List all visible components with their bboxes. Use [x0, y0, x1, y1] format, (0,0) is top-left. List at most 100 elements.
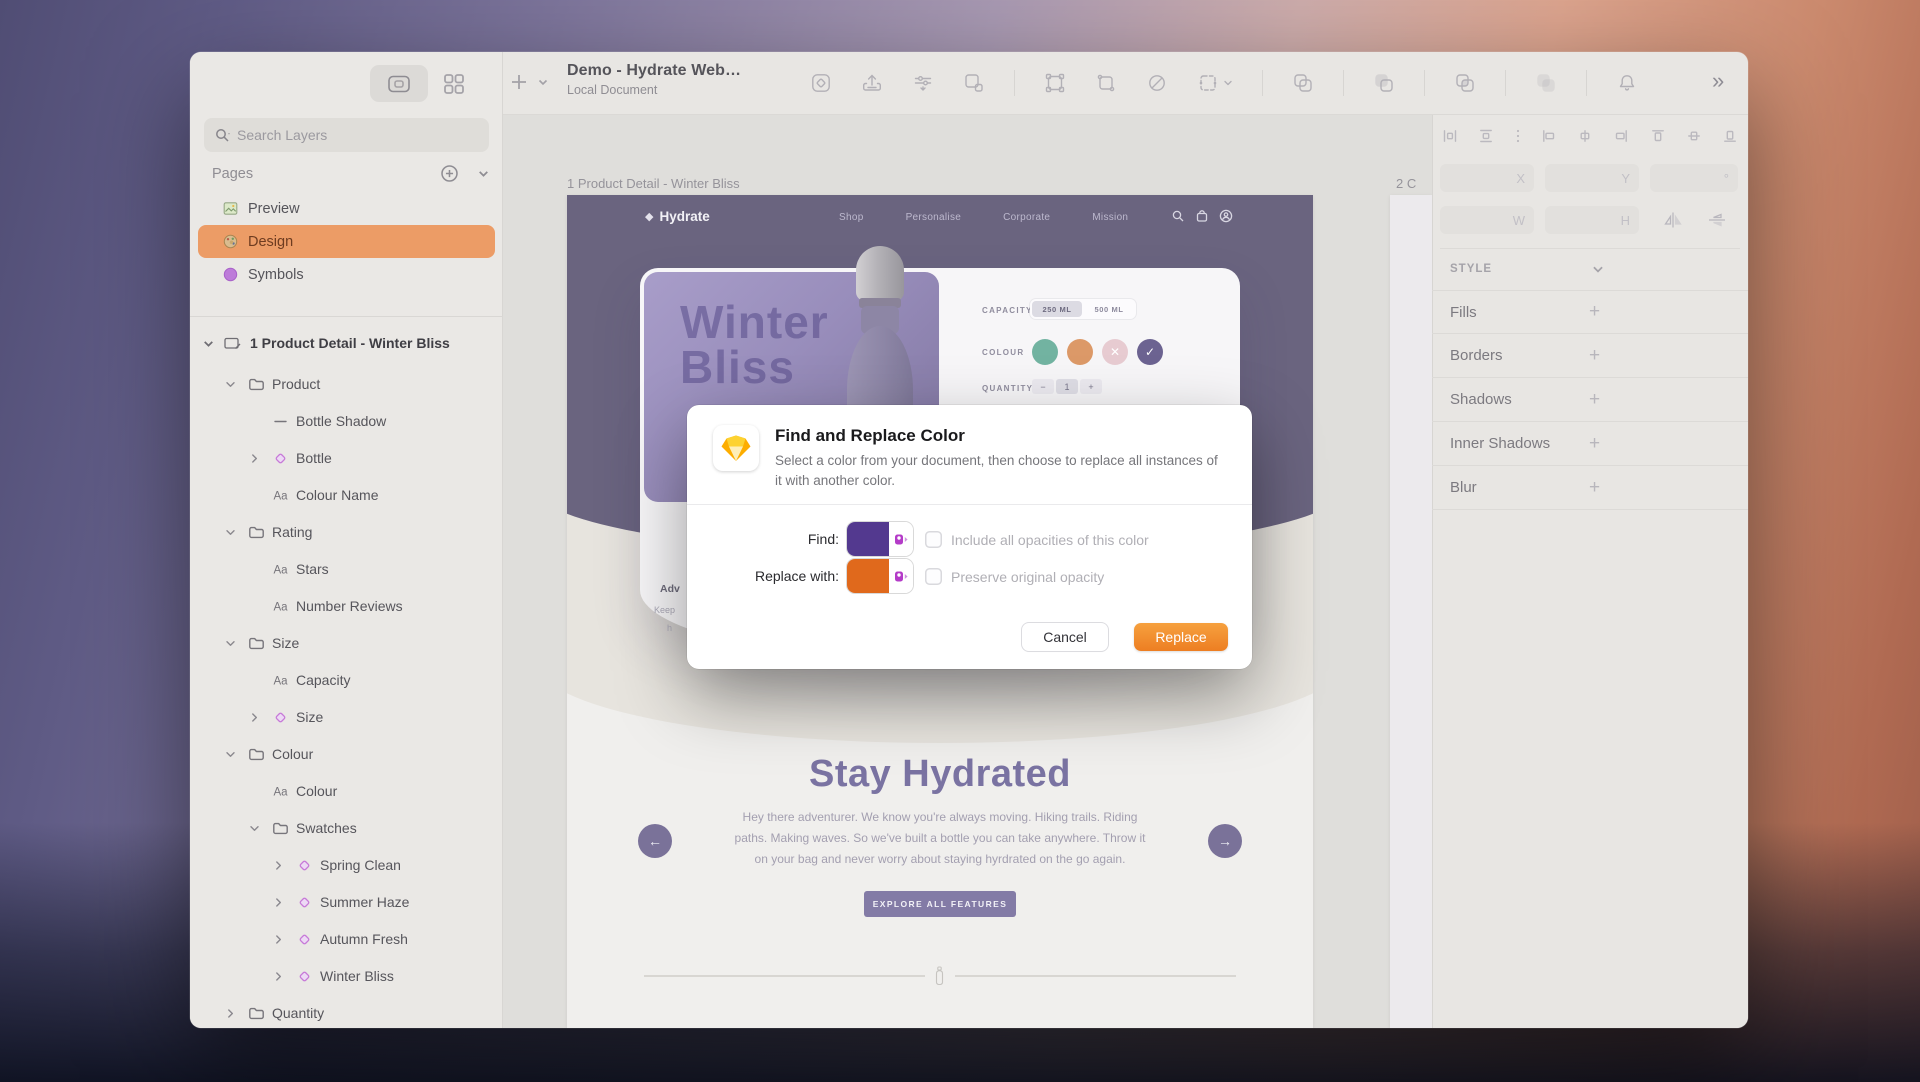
align-center-horizontal-icon[interactable] [1577, 128, 1593, 144]
boolean-union-icon[interactable] [1292, 72, 1314, 94]
canvas-view-toggle[interactable] [370, 65, 428, 102]
align-top-icon[interactable] [1650, 128, 1666, 144]
add-borders-button[interactable]: + [1589, 345, 1728, 367]
y-position-field[interactable]: Y [1545, 164, 1639, 192]
chevron-down-icon[interactable] [224, 637, 237, 650]
distribute-vertically-icon[interactable] [1478, 128, 1494, 144]
align-left-icon[interactable] [1541, 128, 1557, 144]
style-collapse-chevron[interactable] [1591, 262, 1732, 276]
folder-layer-icon [248, 524, 265, 541]
chevron-right-icon[interactable] [248, 452, 261, 465]
tune-tool-icon[interactable] [912, 72, 934, 94]
cancel-button[interactable]: Cancel [1022, 623, 1108, 651]
layer-row[interactable]: Winter Bliss [190, 958, 503, 995]
add-inner-shadows-button[interactable]: + [1589, 433, 1728, 455]
sidebar-page-symbols[interactable]: Symbols [198, 258, 495, 291]
flip-horizontal-button[interactable] [1662, 211, 1684, 229]
distribute-horizontally-icon[interactable] [1442, 128, 1458, 144]
add-blur-button[interactable]: + [1589, 477, 1728, 499]
chevron-right-icon[interactable] [248, 711, 261, 724]
layer-row[interactable]: Rating [190, 514, 503, 551]
layer-row[interactable]: Size [190, 625, 503, 662]
layer-row[interactable]: Aa Colour Name [190, 477, 503, 514]
align-middle-vertical-icon[interactable] [1686, 128, 1702, 144]
artboard2-title[interactable]: 2 C [1396, 176, 1416, 191]
pages-collapse-chevron[interactable] [477, 167, 490, 180]
replace-button[interactable]: Replace [1134, 623, 1228, 651]
preserve-opacity-checkbox[interactable] [925, 568, 942, 585]
line-layer-icon [272, 413, 289, 430]
chevron-right-icon[interactable] [224, 1007, 237, 1020]
rotation-field[interactable]: ° [1650, 164, 1738, 192]
replace-color-well[interactable] [847, 559, 913, 593]
sidebar-page-design[interactable]: Design [198, 225, 495, 258]
notifications-bell-icon[interactable] [1616, 72, 1638, 94]
dialog-subtitle: Select a color from your document, then … [775, 453, 1218, 488]
layer-row[interactable]: Quantity [190, 995, 503, 1028]
layer-row[interactable]: Swatches [190, 810, 503, 847]
replace-color-swatch[interactable] [847, 559, 889, 593]
boolean-difference-icon[interactable] [1535, 72, 1557, 94]
chevron-down-icon[interactable] [248, 822, 261, 835]
chevron-right-icon[interactable] [272, 859, 285, 872]
search-icon [214, 127, 231, 144]
chevron-down-icon[interactable] [224, 526, 237, 539]
layer-row[interactable]: Spring Clean [190, 847, 503, 884]
chevron-down-icon[interactable] [224, 378, 237, 391]
find-color-swatch[interactable] [847, 522, 889, 556]
chevron-right-icon[interactable] [272, 970, 285, 983]
sidebar-page-preview[interactable]: Preview [198, 192, 495, 225]
grid-view-toggle[interactable] [442, 72, 466, 96]
add-page-button[interactable] [440, 164, 459, 183]
layer-row[interactable]: Bottle Shadow [190, 403, 503, 440]
symbol-layer-icon [296, 857, 313, 874]
add-shadows-button[interactable]: + [1589, 389, 1728, 411]
align-right-icon[interactable] [1613, 128, 1629, 144]
search-input[interactable] [237, 127, 447, 143]
layer-row[interactable]: Summer Haze [190, 884, 503, 921]
width-field[interactable]: W [1440, 206, 1534, 234]
layer-label: Colour [296, 783, 338, 799]
more-options-dots-icon[interactable] [1515, 128, 1521, 144]
quantity-value: 1 [1056, 379, 1078, 394]
chevron-right-icon[interactable] [272, 896, 285, 909]
x-position-field[interactable]: X [1440, 164, 1534, 192]
no-fill-tool-icon[interactable] [1146, 72, 1168, 94]
text-layer-icon: Aa [272, 561, 289, 578]
layer-row[interactable]: Bottle [190, 440, 503, 477]
sidebar-divider [190, 316, 503, 317]
eyedropper-button[interactable] [889, 559, 913, 593]
layer-row[interactable]: Product [190, 366, 503, 403]
layer-row[interactable]: Size [190, 699, 503, 736]
resize-tool-icon[interactable] [1197, 72, 1233, 94]
flip-vertical-button[interactable] [1707, 211, 1727, 229]
chevron-down-icon[interactable] [202, 337, 215, 350]
mask-tool-icon[interactable] [963, 72, 985, 94]
layer-row[interactable]: Aa Capacity [190, 662, 503, 699]
include-opacities-checkbox[interactable] [925, 531, 942, 548]
artboard-layer-row[interactable]: 1 Product Detail - Winter Bliss [190, 324, 503, 362]
search-layers-field[interactable] [204, 118, 489, 152]
insert-button[interactable] [508, 71, 549, 93]
layer-row[interactable]: Aa Number Reviews [190, 588, 503, 625]
toolbar-overflow-button[interactable]: » [1712, 68, 1724, 94]
symbol-tool-icon[interactable] [810, 72, 832, 94]
boolean-subtract-icon[interactable] [1373, 72, 1395, 94]
height-field[interactable]: H [1545, 206, 1639, 234]
layer-row[interactable]: Aa Stars [190, 551, 503, 588]
layer-row[interactable]: Colour [190, 736, 503, 773]
boolean-intersect-icon[interactable] [1454, 72, 1476, 94]
colour-label: COLOUR [982, 348, 1025, 357]
upload-tool-icon[interactable] [861, 72, 883, 94]
artboard-title[interactable]: 1 Product Detail - Winter Bliss [567, 176, 740, 191]
add-fills-button[interactable]: + [1589, 301, 1728, 323]
chevron-right-icon[interactable] [272, 933, 285, 946]
layer-row[interactable]: Autumn Fresh [190, 921, 503, 958]
vector-edit-tool-icon[interactable] [1044, 72, 1066, 94]
layer-row[interactable]: Aa Colour [190, 773, 503, 810]
chevron-down-icon[interactable] [224, 748, 237, 761]
align-bottom-icon[interactable] [1722, 128, 1738, 144]
find-color-well[interactable] [847, 522, 913, 556]
transform-tool-icon[interactable] [1095, 72, 1117, 94]
eyedropper-button[interactable] [889, 522, 913, 556]
